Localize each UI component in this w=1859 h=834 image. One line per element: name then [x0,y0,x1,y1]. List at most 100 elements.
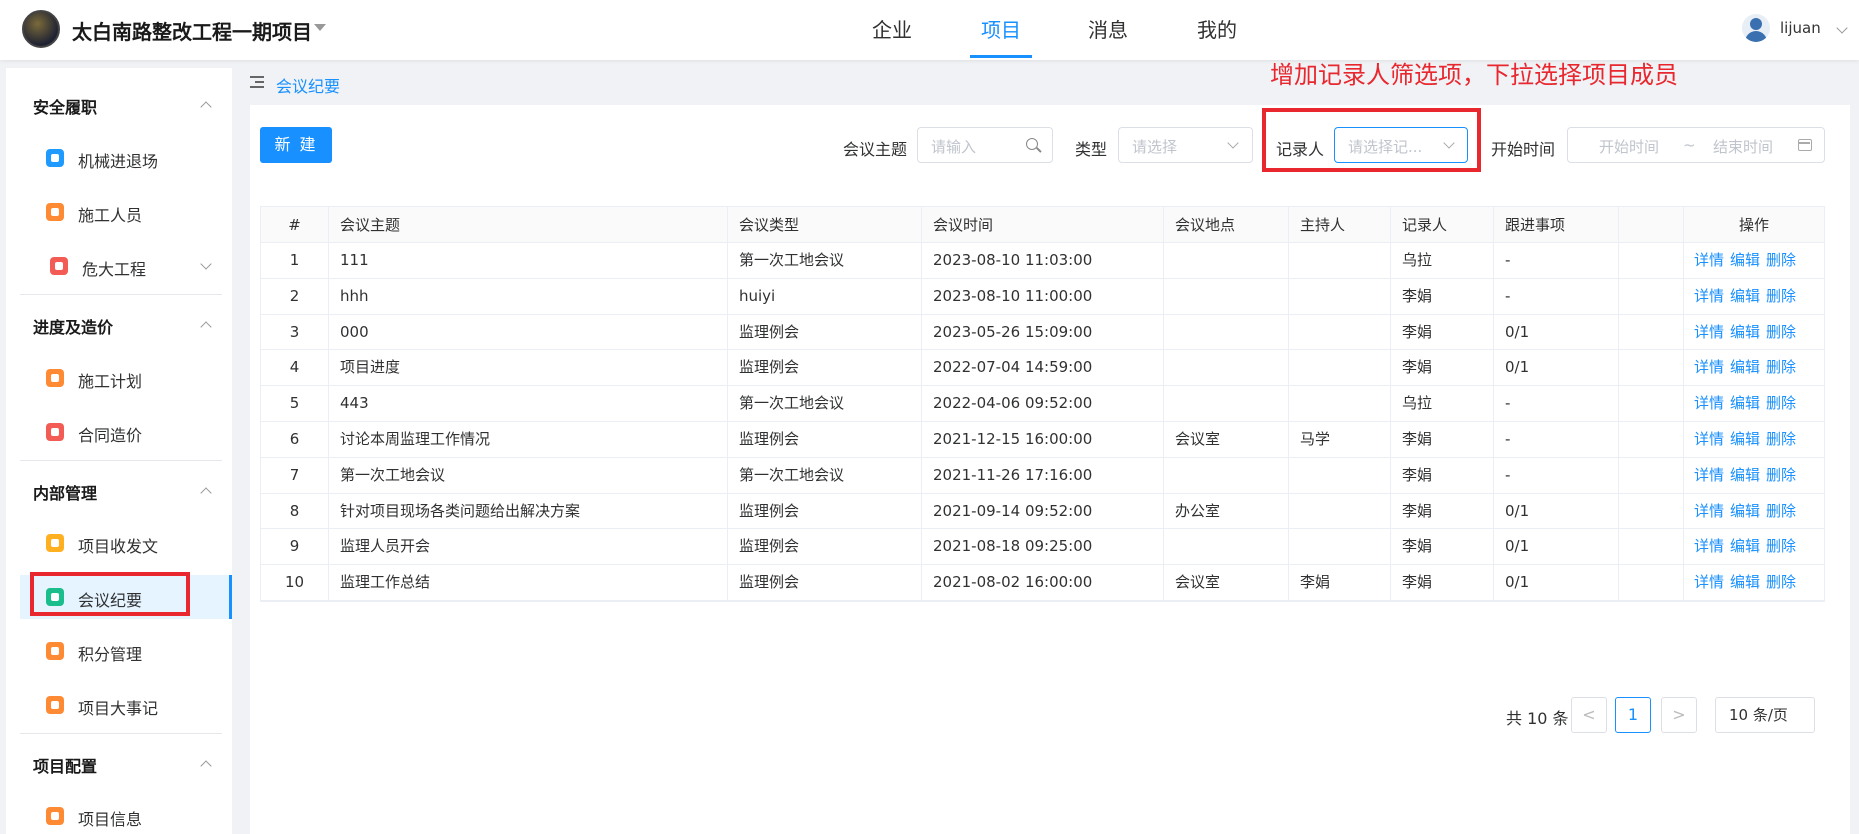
detail-action[interactable]: 详情 [1694,573,1724,591]
row-actions: 详情 编辑 删除 [1684,494,1824,529]
edit-action[interactable]: 编辑 [1730,358,1760,376]
table-cell: - [1494,243,1619,278]
sidebar-item-construction-plan[interactable]: 施工计划 [20,356,232,400]
edit-action[interactable]: 编辑 [1730,537,1760,555]
sidebar-item-project-info[interactable]: 项目信息 [20,794,232,834]
delete-action[interactable]: 删除 [1766,358,1796,376]
delete-action[interactable]: 删除 [1766,394,1796,412]
delete-action[interactable]: 删除 [1766,251,1796,269]
detail-action[interactable]: 详情 [1694,323,1724,341]
column-header: 跟进事项 [1494,207,1619,242]
table-cell: 李娟 [1391,457,1494,493]
sidebar-item-label: 项目收发文 [78,537,159,556]
divider [20,460,222,461]
edit-action[interactable]: 编辑 [1730,251,1760,269]
topic-search-input[interactable]: 请输入 [917,127,1053,163]
delete-action[interactable]: 删除 [1766,537,1796,555]
detail-action[interactable]: 详情 [1694,466,1724,484]
edit-action[interactable]: 编辑 [1730,502,1760,520]
next-page-button[interactable]: > [1661,697,1697,733]
sidebar-item-milestones[interactable]: 项目大事记 [20,683,232,727]
table-cell: 监理例会 [728,565,922,600]
chevron-down-icon [1227,137,1239,149]
detail-action[interactable]: 详情 [1694,251,1724,269]
prev-page-button[interactable]: < [1571,697,1607,733]
start-time-placeholder: 开始时间 [1599,138,1660,156]
sidebar-section-internal[interactable]: 内部管理 [33,480,97,504]
delete-action[interactable]: 删除 [1766,430,1796,448]
user-avatar[interactable] [1742,14,1770,42]
row-actions: 详情 编辑 删除 [1684,565,1824,600]
tab-messages[interactable]: 消息 [1088,14,1128,43]
delete-action[interactable]: 删除 [1766,466,1796,484]
project-switch-caret-icon[interactable] [314,24,326,31]
sidebar-section-progress[interactable]: 进度及造价 [33,314,113,338]
menu-fold-icon[interactable] [250,76,264,88]
detail-action[interactable]: 详情 [1694,358,1724,376]
detail-action[interactable]: 详情 [1694,430,1724,448]
contract-icon [46,423,64,441]
edit-action[interactable]: 编辑 [1730,323,1760,341]
edit-action[interactable]: 编辑 [1730,466,1760,484]
sidebar-item-label: 机械进退场 [78,152,159,171]
table-cell: 李娟 [1391,422,1494,457]
table-cell: hhh [329,278,728,314]
detail-action[interactable]: 详情 [1694,502,1724,520]
detail-action[interactable]: 详情 [1694,394,1724,412]
table-cell: 2021-08-02 16:00:00 [922,565,1164,600]
sidebar-item-hazard[interactable]: 危大工程 [20,244,232,288]
column-header: 会议地点 [1164,207,1289,242]
table-cell: 乌拉 [1391,386,1494,421]
table-cell: 7 [261,457,329,493]
sidebar-item-label: 项目大事记 [78,699,159,718]
detail-action[interactable]: 详情 [1694,287,1724,305]
sidebar-item-contract-cost[interactable]: 合同造价 [20,410,232,454]
table-row: 2 hhh huiyi 2023-08-10 11:00:00 李娟 - 详情 编辑 删除 [261,278,1824,315]
sidebar-item-machinery[interactable]: 机械进退场 [20,136,232,180]
table-cell: huiyi [728,278,922,314]
machinery-icon [46,149,64,167]
edit-action[interactable]: 编辑 [1730,573,1760,591]
date-range-picker[interactable]: 开始时间 ~ 结束时间 [1567,127,1825,163]
table-cell [1164,350,1289,386]
table-cell [1289,350,1391,386]
tab-project[interactable]: 项目 [981,14,1021,43]
edit-action[interactable]: 编辑 [1730,287,1760,305]
table-cell: 2023-08-10 11:00:00 [922,278,1164,314]
table-cell-empty [1619,314,1684,350]
user-menu-chevron-down-icon[interactable] [1836,22,1848,34]
project-title[interactable]: 太白南路整改工程一期项目 [72,16,312,45]
page-size-select[interactable]: 10 条/页 [1715,697,1815,733]
table-cell [1164,529,1289,565]
sidebar-section-config[interactable]: 项目配置 [33,753,97,777]
table-cell: 2021-08-18 09:25:00 [922,529,1164,565]
row-actions: 详情 编辑 删除 [1684,350,1824,385]
table-cell: 2 [261,278,329,314]
table-cell: 0/1 [1494,529,1619,565]
sidebar-item-points[interactable]: 积分管理 [20,629,232,673]
detail-action[interactable]: 详情 [1694,537,1724,555]
table-cell-empty [1619,529,1684,565]
table-cell: 9 [261,529,329,565]
edit-action[interactable]: 编辑 [1730,394,1760,412]
breadcrumb[interactable]: 会议纪要 [276,73,340,97]
table-row: 10 监理工作总结 监理例会 2021-08-02 16:00:00 会议室 李娟 李娟 0/… [261,565,1824,601]
type-select[interactable]: 请选择 [1118,127,1253,163]
delete-action[interactable]: 删除 [1766,287,1796,305]
username[interactable]: lijuan [1780,19,1821,37]
chevron-down-icon[interactable] [200,258,212,270]
delete-action[interactable]: 删除 [1766,323,1796,341]
delete-action[interactable]: 删除 [1766,573,1796,591]
table-cell: - [1494,422,1619,457]
edit-action[interactable]: 编辑 [1730,430,1760,448]
sidebar-item-workers[interactable]: 施工人员 [20,190,232,234]
table-cell-empty [1619,565,1684,600]
page-1-button[interactable]: 1 [1615,697,1651,733]
search-icon[interactable] [1026,138,1038,150]
sidebar-item-documents[interactable]: 项目收发文 [20,521,232,565]
tab-enterprise[interactable]: 企业 [872,14,912,43]
new-meeting-button[interactable]: 新 建 [260,127,332,163]
delete-action[interactable]: 删除 [1766,502,1796,520]
tab-mine[interactable]: 我的 [1197,14,1237,43]
sidebar-section-safety[interactable]: 安全履职 [33,94,97,118]
